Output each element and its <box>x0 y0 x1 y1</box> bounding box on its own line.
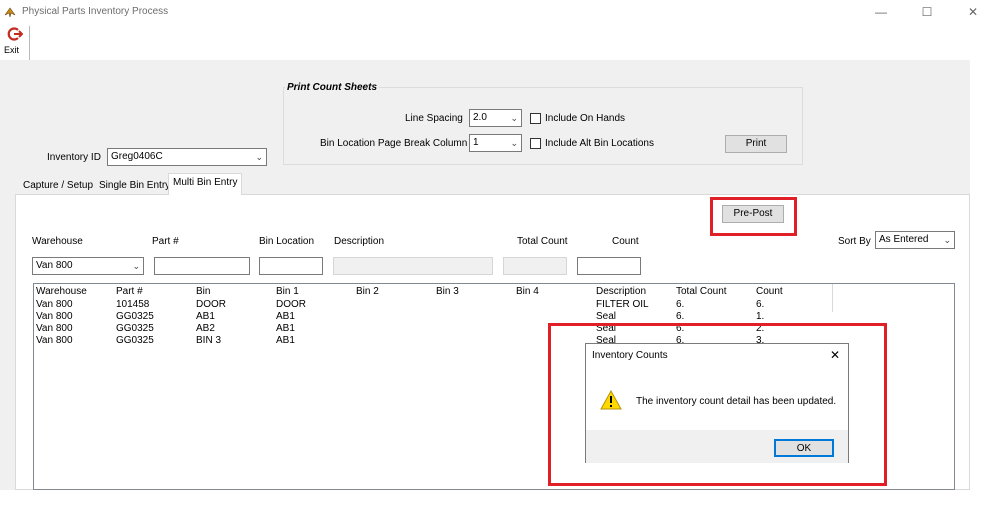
description-label: Description <box>334 236 385 247</box>
include-on-hands-checkbox[interactable] <box>530 113 541 124</box>
page-break-label: Bin Location Page Break Column <box>320 138 468 149</box>
dialog-close-button[interactable]: ✕ <box>830 348 840 362</box>
grid-cell-part[interactable]: GG0325 <box>116 335 154 346</box>
grid-header-bin3[interactable]: Bin 3 <box>436 286 459 297</box>
grid-cell-bin1[interactable]: AB1 <box>276 311 295 322</box>
count-label: Count <box>612 236 639 247</box>
description-input <box>333 257 493 275</box>
window-title: Physical Parts Inventory Process <box>22 6 169 17</box>
include-on-hands-label: Include On Hands <box>545 113 626 124</box>
chevron-down-icon: ⌄ <box>510 113 518 123</box>
warehouse-label: Warehouse <box>32 236 83 247</box>
grid-cell-total-count[interactable]: 6. <box>676 311 684 322</box>
warehouse-value: Van 800 <box>36 260 73 271</box>
grid-cell-count[interactable]: 1. <box>756 311 764 322</box>
grid-cell-bin[interactable]: BIN 3 <box>196 335 221 346</box>
line-spacing-value: 2.0 <box>473 112 487 123</box>
grid-cell-description[interactable]: FILTER OIL <box>596 299 649 310</box>
chevron-down-icon: ⌄ <box>255 152 263 162</box>
part-input[interactable] <box>154 257 250 275</box>
print-button[interactable]: Print <box>725 135 787 153</box>
tab-single-bin-entry[interactable]: Single Bin Entry <box>94 176 175 195</box>
print-count-sheets-legend: Print Count Sheets <box>285 82 380 93</box>
part-label: Part # <box>152 236 179 247</box>
page-break-select[interactable]: 1 ⌄ <box>469 134 522 152</box>
grid-header-part[interactable]: Part # <box>116 286 143 297</box>
ok-button[interactable]: OK <box>774 439 834 457</box>
grid-column-divider <box>832 284 833 312</box>
grid-cell-description[interactable]: Seal <box>596 311 616 322</box>
dialog-title: Inventory Counts <box>592 350 668 361</box>
grid-cell-bin[interactable]: AB1 <box>196 311 215 322</box>
bin-location-label: Bin Location <box>259 236 315 247</box>
include-alt-bins-label: Include Alt Bin Locations <box>545 138 654 149</box>
page-break-value: 1 <box>473 137 479 148</box>
grid-cell-warehouse[interactable]: Van 800 <box>36 323 73 334</box>
tab-multi-bin-entry[interactable]: Multi Bin Entry <box>168 173 243 195</box>
pre-post-button[interactable]: Pre-Post <box>722 205 784 223</box>
bin-location-input[interactable] <box>259 257 323 275</box>
warning-icon <box>600 390 622 410</box>
grid-cell-bin1[interactable]: AB1 <box>276 323 295 334</box>
total-count-label: Total Count <box>517 236 568 247</box>
grid-header-bin1[interactable]: Bin 1 <box>276 286 299 297</box>
grid-cell-warehouse[interactable]: Van 800 <box>36 311 73 322</box>
grid-cell-bin[interactable]: AB2 <box>196 323 215 334</box>
count-input[interactable] <box>577 257 641 275</box>
inventory-id-value: Greg0406C <box>111 151 163 162</box>
grid-cell-part[interactable]: GG0325 <box>116 311 154 322</box>
exit-button[interactable]: Exit <box>2 26 30 62</box>
toolbar <box>0 24 970 60</box>
print-count-sheets-group <box>283 87 803 165</box>
grid-cell-count[interactable]: 6. <box>756 299 764 310</box>
app-icon <box>4 7 16 18</box>
minimize-button[interactable]: — <box>864 0 898 24</box>
chevron-down-icon: ⌄ <box>132 261 140 271</box>
grid-cell-bin1[interactable]: AB1 <box>276 335 295 346</box>
grid-cell-bin1[interactable]: DOOR <box>276 299 306 310</box>
exit-icon <box>7 27 23 41</box>
include-alt-bins-checkbox[interactable] <box>530 138 541 149</box>
line-spacing-label: Line Spacing <box>405 113 463 124</box>
inventory-id-label: Inventory ID <box>47 152 101 163</box>
grid-cell-part[interactable]: GG0325 <box>116 323 154 334</box>
grid-cell-bin[interactable]: DOOR <box>196 299 226 310</box>
dialog-footer: OK <box>586 430 848 463</box>
inventory-id-select[interactable]: Greg0406C ⌄ <box>107 148 267 166</box>
total-count-input <box>503 257 567 275</box>
dialog-message: The inventory count detail has been upda… <box>636 396 837 407</box>
inventory-counts-dialog: Inventory Counts ✕ The inventory count d… <box>585 343 849 463</box>
close-button[interactable]: ✕ <box>956 0 990 24</box>
chevron-down-icon: ⌄ <box>510 138 518 148</box>
chevron-down-icon: ⌄ <box>943 235 951 245</box>
grid-cell-total-count[interactable]: 6. <box>676 299 684 310</box>
tab-capture-setup[interactable]: Capture / Setup <box>18 176 98 195</box>
grid-header-count[interactable]: Count <box>756 286 783 297</box>
maximize-button[interactable]: ☐ <box>910 0 944 24</box>
exit-label: Exit <box>4 45 20 55</box>
sort-by-select[interactable]: As Entered ⌄ <box>875 231 955 249</box>
grid-header-description[interactable]: Description <box>596 286 646 297</box>
grid-header-warehouse[interactable]: Warehouse <box>36 286 87 297</box>
line-spacing-select[interactable]: 2.0 ⌄ <box>469 109 522 127</box>
grid-cell-part[interactable]: 101458 <box>116 299 149 310</box>
warehouse-select[interactable]: Van 800 ⌄ <box>32 257 144 275</box>
sort-by-label: Sort By <box>838 236 871 247</box>
grid-cell-warehouse[interactable]: Van 800 <box>36 299 73 310</box>
grid-header-total-count[interactable]: Total Count <box>676 286 727 297</box>
grid-header-bin[interactable]: Bin <box>196 286 210 297</box>
sort-by-value: As Entered <box>879 234 929 245</box>
grid-header-bin4[interactable]: Bin 4 <box>516 286 539 297</box>
grid-cell-warehouse[interactable]: Van 800 <box>36 335 73 346</box>
grid-header-bin2[interactable]: Bin 2 <box>356 286 379 297</box>
